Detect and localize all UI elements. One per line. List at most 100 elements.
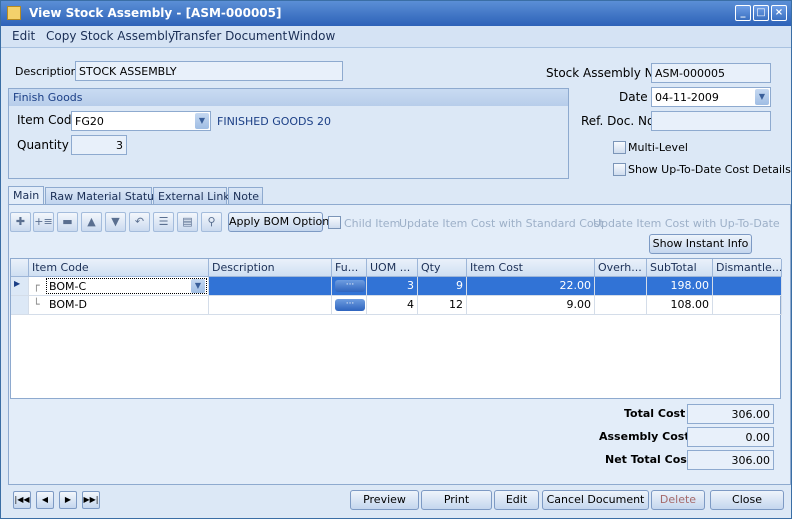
further-description-cell[interactable]: ···	[332, 296, 367, 315]
window-title: View Stock Assembly - [ASM-000005]	[29, 6, 282, 20]
show-cost-checkbox[interactable]	[613, 163, 626, 176]
column-subtotal[interactable]: SubTotal	[647, 259, 713, 277]
undo-icon[interactable]: ↶	[129, 212, 150, 232]
maximize-icon[interactable]: □	[753, 5, 769, 21]
assembly-cost-label: Assembly Cost	[599, 430, 690, 443]
item-code-cell-dropdown-icon[interactable]: ▼	[191, 279, 205, 293]
item-code-cell: BOM-D	[49, 298, 87, 311]
insert-row-icon[interactable]: +≡	[33, 212, 54, 232]
qty-cell[interactable]: 12	[418, 296, 467, 315]
column-uom[interactable]: UOM ...	[367, 259, 418, 277]
menu-edit[interactable]: Edit	[12, 29, 35, 43]
assembly-cost-field[interactable]: 0.00	[687, 427, 774, 447]
show-cost-label: Show Up-To-Date Cost Details	[628, 163, 791, 176]
description-cell[interactable]	[209, 296, 332, 315]
ellipsis-button[interactable]: ···	[335, 280, 365, 292]
item-description: FINISHED GOODS 20	[217, 115, 332, 128]
detail-icon[interactable]: ▤	[177, 212, 198, 232]
description-cell[interactable]	[209, 277, 332, 296]
multi-level-label: Multi-Level	[628, 141, 688, 154]
delete-button[interactable]: Delete	[651, 490, 705, 510]
apply-bom-optional-button[interactable]: Apply BOM Optional	[228, 212, 339, 232]
column-item-code[interactable]: Item Code	[29, 259, 209, 277]
quantity-field[interactable]: 3	[71, 135, 127, 155]
item-code-cell: BOM-C	[49, 280, 87, 293]
finish-goods-title: Finish Goods	[9, 89, 568, 106]
description-field[interactable]: STOCK ASSEMBLY	[75, 61, 343, 81]
subtotal-cell[interactable]: 108.00	[647, 296, 713, 315]
title-bar: View Stock Assembly - [ASM-000005] _ □ ×	[1, 1, 791, 26]
item-code-editor[interactable]: BOM-C ▼	[46, 278, 207, 294]
add-row-icon[interactable]: ✚	[10, 212, 31, 232]
tree-line-icon: ┌	[33, 279, 40, 292]
column-qty[interactable]: Qty	[418, 259, 467, 277]
overhead-cell[interactable]	[595, 296, 647, 315]
first-record-icon[interactable]: |◀◀	[13, 491, 31, 509]
column-further-description[interactable]: Fu...	[332, 259, 367, 277]
date-label: Date	[619, 90, 648, 104]
tab-raw-material-status[interactable]: Raw Material Status	[45, 187, 160, 205]
move-down-icon[interactable]: ▼	[105, 212, 126, 232]
overhead-cell[interactable]	[595, 277, 647, 296]
dismantle-cell[interactable]	[713, 277, 782, 296]
table-row[interactable]: └ BOM-D	[29, 296, 209, 315]
stock-no-label: Stock Assembly No	[546, 66, 661, 80]
date-field[interactable]: 04-11-2009 ▼	[651, 87, 771, 107]
net-total-cost-label: Net Total Cost	[605, 453, 693, 466]
update-up-to-date-cost-button[interactable]: Update Item Cost with Up-To-Date Cos	[593, 217, 783, 230]
child-item-checkbox[interactable]	[328, 216, 341, 229]
menu-bar: Edit Copy Stock Assembly Transfer Docume…	[1, 26, 791, 48]
column-overhead[interactable]: Overh...	[595, 259, 647, 277]
multi-level-checkbox[interactable]	[613, 141, 626, 154]
child-item-label: Child Item	[344, 217, 401, 230]
tab-note[interactable]: Note	[228, 187, 263, 205]
column-dismantle[interactable]: Dismantle...	[713, 259, 782, 277]
tree-line-icon: └	[33, 298, 40, 311]
close-button[interactable]: Close	[710, 490, 784, 510]
item-code-dropdown-icon[interactable]: ▼	[195, 113, 209, 129]
last-record-icon[interactable]: ▶▶|	[82, 491, 100, 509]
table-row[interactable]: ┌ BOM-C ▼	[29, 277, 209, 296]
menu-transfer-document[interactable]: Transfer Document	[173, 29, 287, 43]
list-icon[interactable]: ☰	[153, 212, 174, 232]
move-up-icon[interactable]: ▲	[81, 212, 102, 232]
stock-no-field[interactable]: ASM-000005	[651, 63, 771, 83]
tab-external-link[interactable]: External Link	[153, 187, 230, 205]
print-button[interactable]: Print	[421, 490, 492, 510]
edit-button[interactable]: Edit	[494, 490, 539, 510]
previous-record-icon[interactable]: ◀	[36, 491, 54, 509]
update-standard-cost-button[interactable]: Update Item Cost with Standard Cost	[399, 217, 604, 230]
show-instant-info-button[interactable]: Show Instant Info	[649, 234, 752, 254]
total-cost-label: Total Cost	[624, 407, 686, 420]
item-cost-cell[interactable]: 22.00	[467, 277, 595, 296]
item-code-field[interactable]: FG20 ▼	[71, 111, 211, 131]
cancel-document-button[interactable]: Cancel Document	[542, 490, 649, 510]
ellipsis-button[interactable]: ···	[335, 299, 365, 311]
dismantle-cell[interactable]	[713, 296, 782, 315]
further-description-cell[interactable]: ···	[332, 277, 367, 296]
tab-main[interactable]: Main	[8, 186, 44, 206]
total-cost-field: 306.00	[687, 404, 774, 424]
description-label: Description	[15, 65, 78, 78]
ref-doc-field[interactable]	[651, 111, 771, 131]
menu-copy-stock-assembly[interactable]: Copy Stock Assembly	[46, 29, 175, 43]
search-icon[interactable]: ⚲	[201, 212, 222, 232]
uom-cell[interactable]: 3	[367, 277, 418, 296]
column-item-cost[interactable]: Item Cost	[467, 259, 595, 277]
uom-cell[interactable]: 4	[367, 296, 418, 315]
close-icon[interactable]: ×	[771, 5, 787, 21]
minimize-icon[interactable]: _	[735, 5, 751, 21]
preview-button[interactable]: Preview	[350, 490, 419, 510]
column-description[interactable]: Description	[209, 259, 332, 277]
qty-cell[interactable]: 9	[418, 277, 467, 296]
calendar-dropdown-icon[interactable]: ▼	[755, 89, 769, 105]
menu-window[interactable]: Window	[288, 29, 335, 43]
stock-assembly-window: View Stock Assembly - [ASM-000005] _ □ ×…	[0, 0, 792, 519]
row-indicator-icon[interactable]: ▶	[11, 277, 29, 296]
next-record-icon[interactable]: ▶	[59, 491, 77, 509]
subtotal-cell[interactable]: 198.00	[647, 277, 713, 296]
delete-row-icon[interactable]: ▬	[57, 212, 78, 232]
item-code-label: Item Code	[17, 113, 79, 127]
row-indicator[interactable]	[11, 296, 29, 315]
item-cost-cell[interactable]: 9.00	[467, 296, 595, 315]
